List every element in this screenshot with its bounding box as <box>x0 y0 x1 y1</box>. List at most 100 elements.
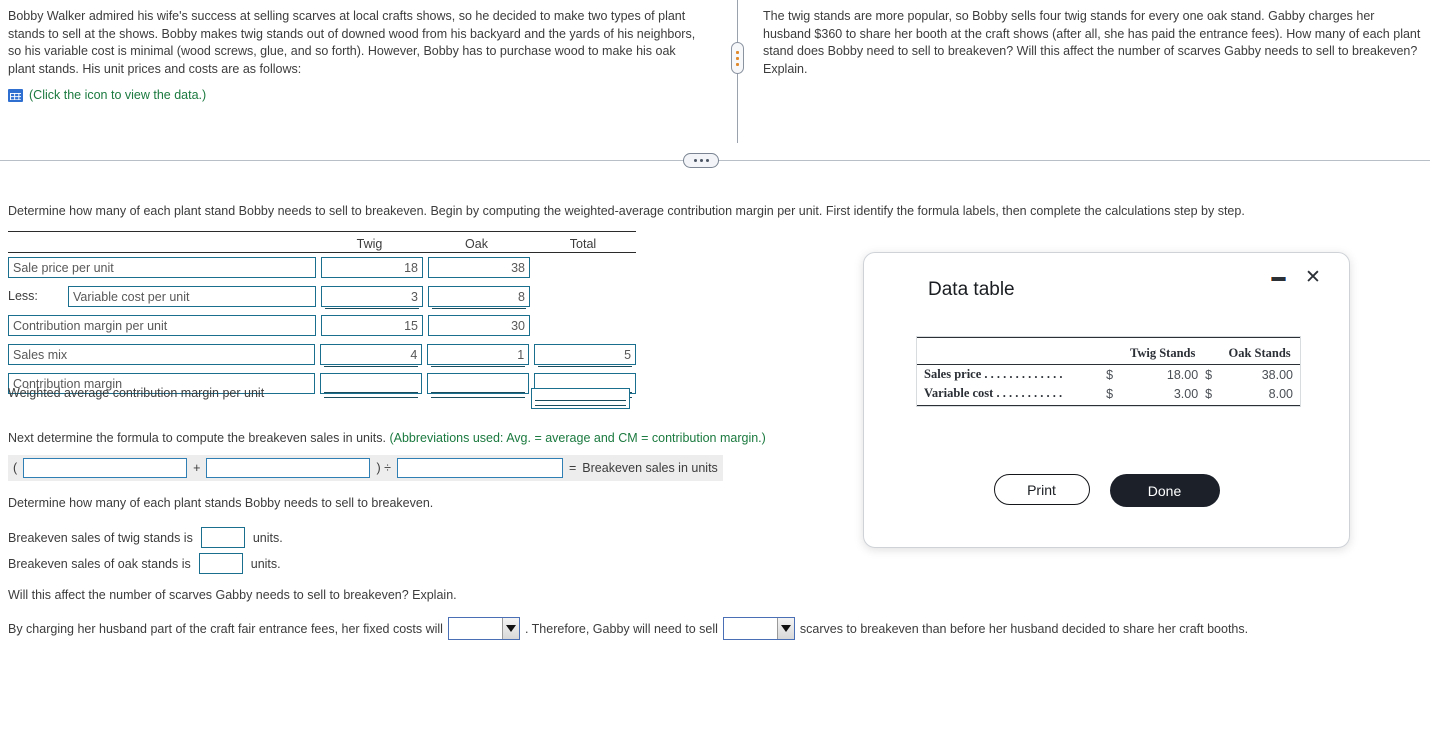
problem-text-right: The twig stands are more popular, so Bob… <box>763 9 1421 76</box>
formula-input-2[interactable] <box>206 458 371 478</box>
chevron-down-icon[interactable] <box>776 618 794 639</box>
worksheet-header-oak: Oak <box>465 237 488 251</box>
print-button[interactable]: Print <box>993 474 1090 505</box>
cell-cm-per-unit-twig[interactable]: 15 <box>321 315 423 336</box>
instruction-step-2-abbrev: (Abbreviations used: Avg. = average and … <box>389 431 766 445</box>
instruction-step-3: Determine how many of each plant stands … <box>8 496 434 510</box>
chevron-down-icon[interactable] <box>501 618 519 639</box>
table-row: Variable cost . . . . . . . . . . . $ 3.… <box>917 384 1300 403</box>
data-table-icon[interactable] <box>8 89 23 103</box>
row-prefix-less: Less: <box>8 289 38 303</box>
answer-unit-oak: units. <box>250 556 281 571</box>
cell-cm-per-unit-oak[interactable]: 30 <box>428 315 530 336</box>
worksheet-header-twig: Twig <box>356 237 383 251</box>
worksheet-table: Twig Oak Total Sale price per unit 18 38… <box>8 231 637 398</box>
splitter-dot <box>693 159 697 162</box>
cell-contribution-margin-twig[interactable] <box>320 373 423 398</box>
answer-input-twig[interactable] <box>200 527 245 548</box>
formula-close-paren-divide: ) ÷ <box>376 461 391 475</box>
row-label-sales-mix[interactable]: Sales mix <box>8 344 316 365</box>
dialog-cell-twig-sales-price: 18.00 <box>1166 367 1199 382</box>
cell-sale-price-twig[interactable]: 18 <box>321 257 423 278</box>
formula-input-3[interactable] <box>396 458 563 478</box>
weighted-average-label: Weighted average contribution margin per… <box>8 386 265 400</box>
formula-builder-row: ( + ) ÷ = Breakeven sales in units <box>8 455 723 481</box>
table-row: Sales price . . . . . . . . . . . . . $ … <box>917 365 1300 385</box>
minimize-button[interactable] <box>1270 272 1287 286</box>
dialog-cell-oak-currency-sales-price: $ <box>1205 367 1213 382</box>
dialog-header-blank <box>917 342 1107 365</box>
dialog-button-row: Print Done <box>864 474 1349 507</box>
instruction-step-4: Will this affect the number of scarves G… <box>8 588 457 602</box>
fixed-costs-dropdown-value <box>449 618 502 639</box>
dialog-title: Data table <box>928 279 1015 300</box>
instruction-step-1: Determine how many of each plant stand B… <box>8 204 1245 218</box>
problem-statement-left: Bobby Walker admired his wife's success … <box>8 8 698 105</box>
formula-open-paren: ( <box>13 461 18 475</box>
instruction-step-2-plain: Next determine the formula to compute th… <box>8 431 390 445</box>
table-row: Sale price per unit 18 38 <box>8 257 636 282</box>
minimize-icon <box>1271 277 1286 281</box>
worksheet-header-row: Twig Oak Total <box>8 231 636 253</box>
close-icon: ✕ <box>1305 267 1321 288</box>
horizontal-splitter-handle[interactable] <box>683 153 719 168</box>
cell-variable-cost-oak[interactable]: 8 <box>428 286 530 309</box>
worksheet-header-total: Total <box>569 237 597 251</box>
formula-equals-operator: = <box>568 461 577 475</box>
scarves-dropdown[interactable] <box>722 617 795 640</box>
conclusion-row: By charging her husband part of the craf… <box>8 617 1248 640</box>
fixed-costs-dropdown[interactable] <box>447 617 520 640</box>
dialog-row-label-sales-price: Sales price . . . . . . . . . . . . . <box>924 367 1063 381</box>
answer-unit-twig: units. <box>252 530 283 545</box>
formula-input-1[interactable] <box>23 458 188 478</box>
done-button[interactable]: Done <box>1109 474 1220 507</box>
table-row: Sales mix 4 1 5 <box>8 344 637 369</box>
cell-sales-mix-total[interactable]: 5 <box>534 344 637 367</box>
formula-plus-operator: + <box>193 461 201 475</box>
problem-text-left: Bobby Walker admired his wife's success … <box>8 9 696 76</box>
view-data-link-label[interactable]: (Click the icon to view the data.) <box>29 87 206 105</box>
answer-label-oak: Breakeven sales of oak stands is <box>8 556 191 571</box>
dialog-cell-oak-currency-variable-cost: $ <box>1205 386 1213 401</box>
table-row: Contribution margin per unit 15 30 <box>8 315 636 340</box>
dialog-cell-twig-variable-cost: 3.00 <box>1173 386 1199 401</box>
answer-label-twig: Breakeven sales of twig stands is <box>8 530 193 545</box>
dialog-header-twig-currency <box>1106 342 1121 365</box>
view-data-link-row[interactable]: (Click the icon to view the data.) <box>8 87 698 105</box>
scarves-dropdown-value <box>724 618 777 639</box>
vertical-splitter-handle[interactable] <box>731 42 744 74</box>
dialog-header-oak: Oak Stands <box>1219 342 1300 365</box>
cell-sales-mix-oak[interactable]: 1 <box>427 344 530 367</box>
dialog-data-table: Twig Stands Oak Stands Sales price . . .… <box>916 336 1301 407</box>
dialog-cell-twig-currency-sales-price: $ <box>1106 367 1114 382</box>
cell-sale-price-oak[interactable]: 38 <box>428 257 530 278</box>
splitter-dot <box>699 159 703 162</box>
dialog-cell-twig-currency-variable-cost: $ <box>1106 386 1114 401</box>
table-header-row: Twig Stands Oak Stands <box>917 342 1300 365</box>
weighted-average-input[interactable] <box>531 388 630 409</box>
cell-sales-mix-twig[interactable]: 4 <box>320 344 423 367</box>
splitter-dot <box>736 62 739 66</box>
table-rule-bottom <box>917 403 1300 406</box>
row-label-cm-per-unit[interactable]: Contribution margin per unit <box>8 315 316 336</box>
row-label-sale-price[interactable]: Sale price per unit <box>8 257 316 278</box>
problem-statement-right: The twig stands are more popular, so Bob… <box>763 8 1423 78</box>
table-row: Less: Variable cost per unit 3 8 <box>8 286 636 311</box>
conclusion-text-part2: . Therefore, Gabby will need to sell <box>524 621 718 636</box>
answer-row-twig: Breakeven sales of twig stands is units. <box>8 527 283 548</box>
data-table-dialog: Data table ✕ Twig Stands Oak Stands Sale… <box>863 252 1350 548</box>
cell-variable-cost-twig[interactable]: 3 <box>321 286 423 309</box>
answer-input-oak[interactable] <box>198 553 243 574</box>
formula-result-label: Breakeven sales in units <box>582 461 718 475</box>
conclusion-text-part1: By charging her husband part of the craf… <box>8 621 443 636</box>
dialog-row-label-variable-cost: Variable cost . . . . . . . . . . . <box>924 386 1063 400</box>
close-button[interactable]: ✕ <box>1302 267 1324 289</box>
dialog-cell-oak-sales-price: 38.00 <box>1261 367 1293 382</box>
dialog-cell-oak-variable-cost: 8.00 <box>1268 386 1293 401</box>
cell-contribution-margin-oak[interactable] <box>427 373 530 398</box>
conclusion-text-part3: scarves to breakeven than before her hus… <box>799 621 1249 636</box>
row-label-variable-cost[interactable]: Variable cost per unit <box>68 286 316 307</box>
dialog-header-oak-currency <box>1205 342 1220 365</box>
splitter-dot <box>736 56 739 60</box>
dialog-header-twig: Twig Stands <box>1120 342 1206 365</box>
